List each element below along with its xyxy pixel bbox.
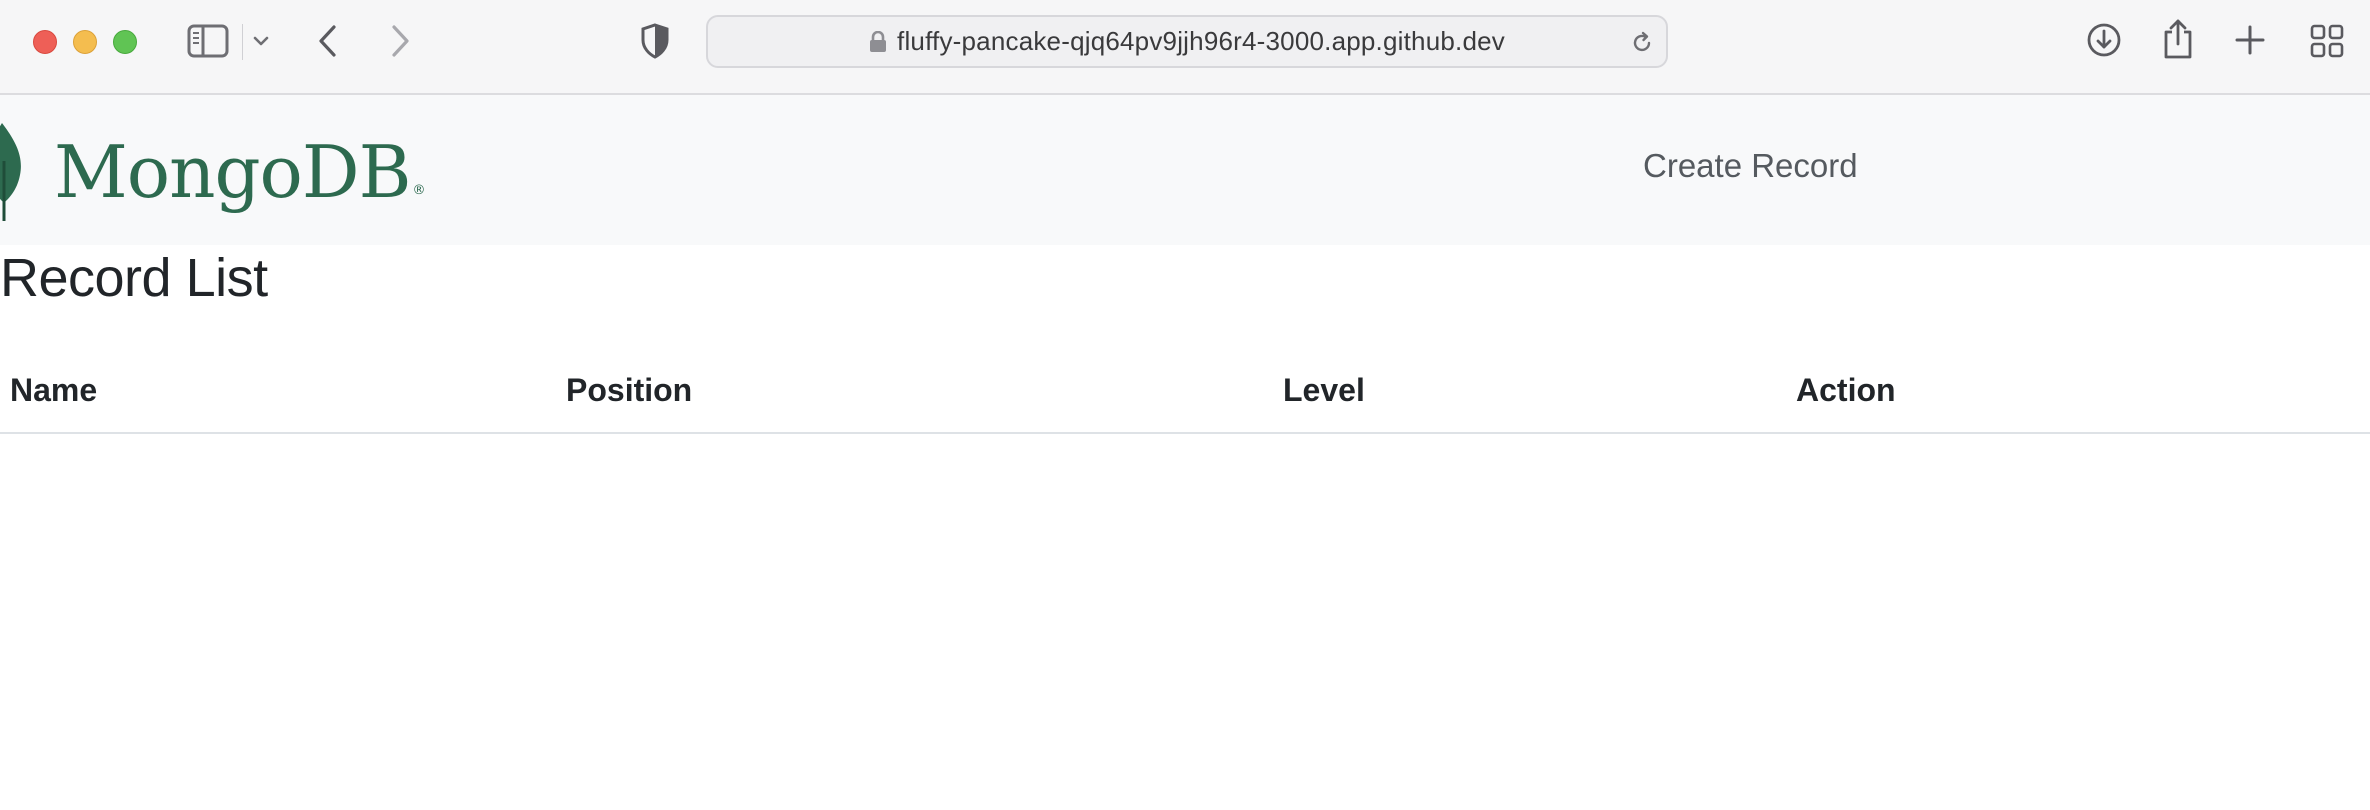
column-header-name: Name xyxy=(10,372,98,408)
grid-icon[interactable] xyxy=(2310,24,2344,58)
leaf-icon xyxy=(0,123,21,221)
url-text: fluffy-pancake-qjq64pv9jjh96r4-3000.app.… xyxy=(897,26,1505,56)
forward-arrow-icon[interactable] xyxy=(388,24,412,58)
shield-icon[interactable] xyxy=(640,23,670,59)
reload-icon[interactable] xyxy=(1630,31,1654,55)
sidebar-icon[interactable] xyxy=(187,24,229,58)
lock-icon xyxy=(869,30,887,53)
download-icon[interactable] xyxy=(2086,22,2122,58)
browser-toolbar: fluffy-pancake-qjq64pv9jjh96r4-3000.app.… xyxy=(0,0,2370,95)
back-arrow-icon[interactable] xyxy=(316,24,340,58)
share-icon[interactable] xyxy=(2162,18,2194,60)
logo-text: MongoDB xyxy=(54,130,412,214)
registered-mark: ® xyxy=(412,183,426,198)
record-table: Name Position Level Action xyxy=(0,360,2370,434)
mongodb-logo-link[interactable]: MongoDB ® xyxy=(0,117,426,227)
app-navbar: MongoDB ® Create Record xyxy=(0,95,2370,245)
address-bar[interactable]: fluffy-pancake-qjq64pv9jjh96r4-3000.app.… xyxy=(706,15,1668,68)
plus-icon[interactable] xyxy=(2234,24,2266,56)
table-header: Name Position Level Action xyxy=(0,360,2370,434)
close-window-button[interactable] xyxy=(33,30,57,54)
chevron-down-icon[interactable] xyxy=(252,32,270,50)
minimize-window-button[interactable] xyxy=(73,30,97,54)
logo-wordmark: MongoDB ® xyxy=(54,130,426,214)
column-header-position: Position xyxy=(566,372,693,408)
column-header-level: Level xyxy=(1283,372,1365,408)
column-header-action: Action xyxy=(1796,372,1896,408)
page-title: Record List xyxy=(0,248,268,308)
toolbar-divider xyxy=(242,24,243,60)
create-record-link[interactable]: Create Record xyxy=(1643,147,1858,185)
maximize-window-button[interactable] xyxy=(113,30,137,54)
